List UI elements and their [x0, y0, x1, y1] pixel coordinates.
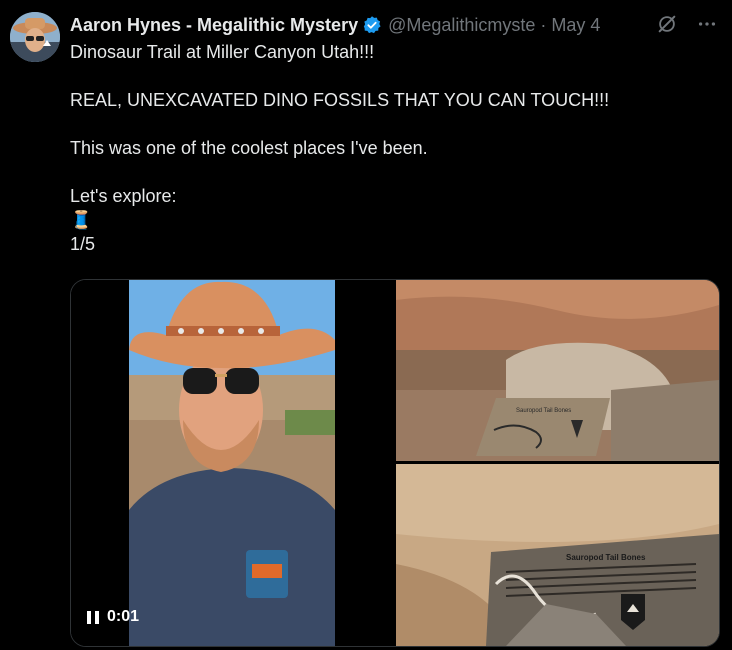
tweet-line: REAL, UNEXCAVATED DINO FOSSILS THAT YOU …	[70, 90, 610, 110]
photo-plaque[interactable]: Sauropod Tail Bones	[396, 464, 719, 646]
tweet-line: Dinosaur Trail at Miller Canyon Utah!!!	[70, 42, 375, 62]
plaque-title-small: Sauropod Tail Bones	[516, 408, 571, 414]
verified-badge-icon	[362, 15, 382, 35]
tweet-header: Aaron Hynes - Megalithic Mystery @Megali…	[70, 13, 722, 37]
tweet[interactable]: Aaron Hynes - Megalithic Mystery @Megali…	[0, 0, 732, 650]
tweet-date[interactable]: May 4	[551, 15, 600, 36]
tweet-text: Dinosaur Trail at Miller Canyon Utah!!! …	[70, 40, 710, 256]
tweet-line	[70, 112, 710, 136]
author-handle[interactable]: @Megalithicmyste	[388, 15, 535, 36]
video-player[interactable]: 0:01	[71, 280, 393, 646]
video-frame	[71, 280, 393, 646]
pause-icon[interactable]	[87, 610, 99, 624]
thread-count: 1/5	[70, 234, 96, 254]
plaque-title: Sauropod Tail Bones	[566, 553, 646, 562]
video-controls: 0:01	[87, 603, 139, 631]
grok-icon[interactable]	[656, 13, 678, 40]
more-icon[interactable]	[696, 13, 718, 40]
avatar[interactable]	[10, 12, 60, 62]
photo-fossil-rock[interactable]: Sauropod Tail Bones	[396, 280, 719, 461]
avatar-image	[10, 12, 60, 62]
tweet-line: Let's explore:	[70, 186, 177, 206]
tweet-line	[70, 64, 710, 88]
separator-dot: ·	[540, 14, 547, 35]
video-time: 0:01	[107, 608, 140, 625]
thread-spool-icon: 🧵	[70, 210, 93, 230]
media-grid: 0:01 Sauropod Tail Bones Sauropod Tail B…	[70, 279, 720, 647]
author-name[interactable]: Aaron Hynes - Megalithic Mystery	[70, 15, 358, 36]
tweet-line: This was one of the coolest places I've …	[70, 138, 428, 158]
tweet-line	[70, 160, 710, 184]
